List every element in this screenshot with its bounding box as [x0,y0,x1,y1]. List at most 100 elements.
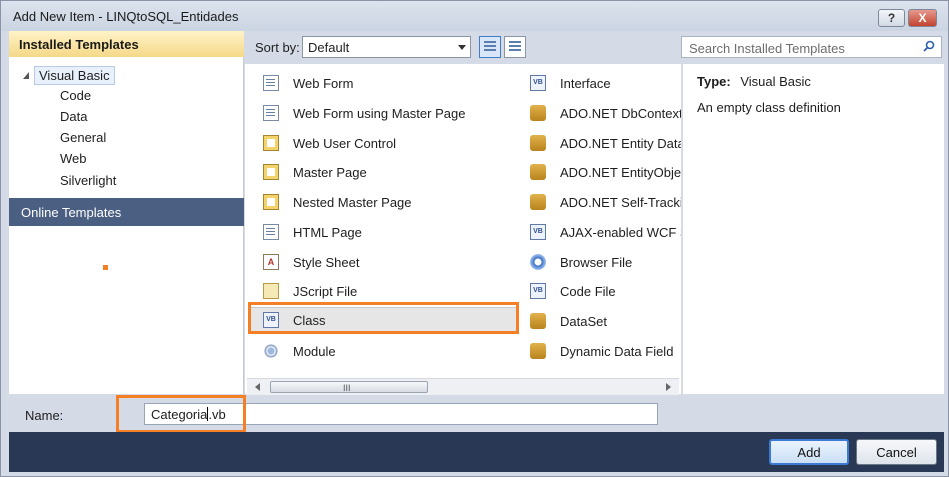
template-label: Web Form [293,75,354,91]
template-self-tracking[interactable]: ADO.NET Self-Trackin [530,189,681,215]
name-highlight-box [116,395,246,433]
template-description-panel: Type: Visual Basic An empty class defini… [682,64,944,394]
installed-templates-header[interactable]: Installed Templates [9,31,244,57]
template-interface[interactable]: VB Interface [530,70,681,96]
search-icon[interactable] [923,40,935,52]
orange-marker [103,265,108,270]
html-page-icon [263,224,279,240]
search-placeholder: Search Installed Templates [689,41,845,56]
scroll-thumb[interactable]: III [270,381,428,393]
template-label: AJAX-enabled WCF S [560,224,681,240]
template-label: ADO.NET Entity Data [560,135,681,151]
templates-list: Web Form Web Form using Master Page Web … [245,64,681,394]
template-label: Web Form using Master Page [293,105,466,121]
tree-item-data[interactable]: Data [60,109,87,124]
name-label: Name: [25,408,64,423]
user-control-icon [263,135,279,151]
template-label: HTML Page [293,224,362,240]
template-categories-panel: Installed Templates Visual Basic Code Da… [9,31,244,394]
module-icon [263,343,279,359]
tree-item-code[interactable]: Code [60,88,91,103]
template-description: An empty class definition [697,100,841,115]
template-code-file[interactable]: VB Code File [530,278,681,304]
template-master-page[interactable]: Master Page [263,159,515,185]
cancel-button[interactable]: Cancel [856,439,937,465]
web-form-master-icon [263,105,279,121]
search-templates-input[interactable]: Search Installed Templates [681,36,942,58]
close-button[interactable]: X [908,9,937,27]
template-label: ADO.NET Self-Trackin [560,194,681,210]
tree-item-general[interactable]: General [60,130,106,145]
template-web-user-control[interactable]: Web User Control [263,130,515,156]
list-view-button[interactable] [504,36,526,58]
master-page-icon [263,164,279,180]
type-value: Visual Basic [740,74,811,89]
add-button[interactable]: Add [769,439,849,465]
tree-item-visual-basic[interactable]: Visual Basic [23,66,115,85]
expand-arrow-icon[interactable] [23,72,29,79]
template-entity-data[interactable]: ADO.NET Entity Data [530,130,681,156]
template-wcf-service[interactable]: VB AJAX-enabled WCF S [530,219,681,245]
template-label: JScript File [293,283,358,299]
template-label: ADO.NET EntityObjec [560,164,681,180]
add-new-item-dialog: Add New Item - LINQtoSQL_Entidades ? X I… [0,0,949,477]
style-sheet-icon: A [263,254,279,270]
template-label: Module [293,343,336,359]
self-tracking-icon [530,194,546,210]
template-module[interactable]: Module [263,338,515,364]
template-nested-master-page[interactable]: Nested Master Page [263,189,515,215]
template-type: Type: Visual Basic [697,74,811,89]
template-label: Web User Control [293,135,397,151]
name-row: Name: Categoria.vb [1,395,948,433]
dynamic-data-field-icon [530,343,546,359]
wcf-service-icon: VB [530,224,546,240]
template-label: Browser File [560,254,633,270]
help-button[interactable]: ? [878,9,905,27]
template-label: Code File [560,283,616,299]
list-view-icon [509,41,521,53]
type-label: Type: [697,74,731,89]
template-web-form-master[interactable]: Web Form using Master Page [263,100,515,126]
template-style-sheet[interactable]: A Style Sheet [263,249,515,275]
template-jscript-file[interactable]: JScript File [263,278,515,304]
dbcontext-icon [530,105,546,121]
template-label: DataSet [560,313,607,329]
dialog-footer: Add Cancel [9,432,944,472]
browser-file-icon [530,254,546,270]
sort-by-value: Default [308,40,350,55]
template-dataset[interactable]: DataSet [530,308,681,334]
template-dynamic-data-field[interactable]: Dynamic Data Field [530,338,681,364]
template-label: ADO.NET DbContext [560,105,681,121]
web-form-icon [263,75,279,91]
scroll-right-icon[interactable] [666,383,671,391]
tree-item-label: Visual Basic [34,66,115,85]
template-label: Interface [560,75,611,91]
sort-by-dropdown[interactable]: Default [302,36,471,58]
template-label: Style Sheet [293,254,360,270]
entity-object-icon [530,164,546,180]
template-label: Nested Master Page [293,194,412,210]
scroll-left-icon[interactable] [255,383,260,391]
dataset-icon [530,313,546,329]
template-html-page[interactable]: HTML Page [263,219,515,245]
horizontal-scrollbar[interactable]: III [247,378,679,395]
tree-item-web[interactable]: Web [60,151,87,166]
sort-by-label: Sort by: [255,40,300,55]
scroll-grip: III [343,383,351,393]
template-entity-object[interactable]: ADO.NET EntityObjec [530,159,681,185]
template-web-form[interactable]: Web Form [263,70,515,96]
nested-master-page-icon [263,194,279,210]
template-browser-file[interactable]: Browser File [530,249,681,275]
online-templates-header[interactable]: Online Templates [9,198,244,226]
chevron-down-icon [458,45,466,50]
class-highlight-box [248,302,519,334]
window-title: Add New Item - LINQtoSQL_Entidades [13,9,239,24]
title-bar: Add New Item - LINQtoSQL_Entidades ? X [1,1,948,31]
code-file-icon: VB [530,283,546,299]
template-label: Dynamic Data Field [560,343,674,359]
entity-data-icon [530,135,546,151]
interface-icon: VB [530,75,546,91]
template-dbcontext[interactable]: ADO.NET DbContext [530,100,681,126]
medium-icons-view-button[interactable] [479,36,501,58]
tree-item-silverlight[interactable]: Silverlight [60,173,116,188]
